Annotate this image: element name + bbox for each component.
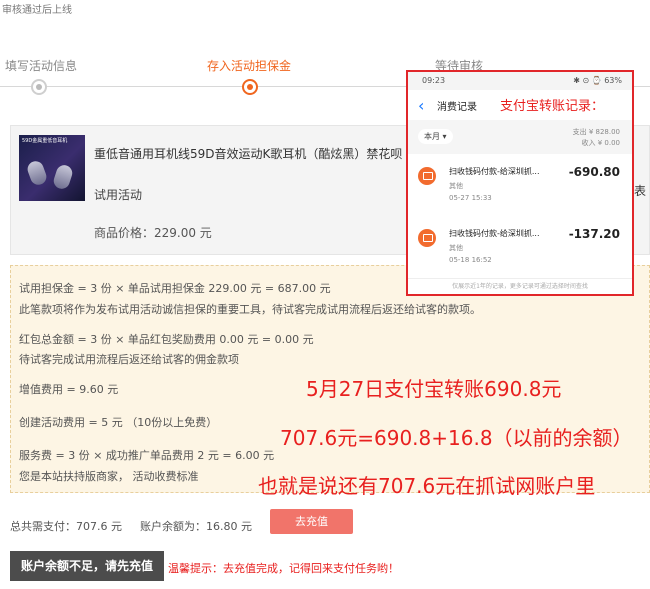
recharge-button[interactable]: 去充值 [270,509,353,534]
deposit-note: 此笔款项将作为发布试用活动诚信担保的重要工具，待试客完成试用流程后返还给试客的款… [19,303,481,316]
truncated-label: 表 [634,184,647,198]
redpacket-note: 待试客完成试用流程后返还给试客的佣金款项 [19,353,239,366]
top-note: 审核通过后上线 [2,5,72,16]
phone-nav-bar: ‹ 消费记录 支付宝转账记录： [408,90,632,120]
income-total: 收入 ¥ 0.00 [581,139,621,147]
annotation-line-2: 707.6元=690.8+16.8（以前的余额） [280,426,633,450]
earbud-shape [51,163,75,191]
transaction-amount: -137.20 [568,227,620,241]
product-type: 试用活动 [94,188,143,202]
merchant-note: 您是本站扶持版商家， 活动收费标准 [19,470,199,483]
annotation-line-3: 也就是说还有707.6元在抓试网账户里 [258,474,596,498]
thumbnail-caption: 59D金属重低音耳机 [22,138,68,144]
transaction-row[interactable]: 扫收钱码付款-给深圳抓... 其他 05-18 16:52 -137.20 [408,216,632,279]
transaction-amount: -690.80 [568,165,620,179]
product-title[interactable]: 重低音通用耳机线59D音效运动K歌耳机（酷炫黑）禁花呗 [94,145,402,162]
transaction-name: 扫收钱码付款-给深圳抓... [449,229,540,238]
month-label: 本月 [424,132,440,141]
annotation-line-1: 5月27日支付宝转账690.8元 [306,377,562,401]
status-icons: ✱ ⊙ ⌚ 63% [573,76,622,85]
expense-total: 支出 ¥ 828.00 [572,128,620,136]
transaction-category: 其他 [449,244,463,252]
reminder-tip: 温馨提示：去充值完成，记得回来支付任务哟！ [168,562,399,575]
account-balance: 账户余额为：16.80 元 [140,520,252,533]
transaction-date: 05-27 15:33 [449,194,492,202]
create-fee: 创建活动费用 = 5 元 （10份以上免费） [19,416,218,429]
insufficient-balance-button[interactable]: 账户余额不足，请先充值 [10,551,164,581]
records-footer: 仅展示近1年的记录，更多记录可通过选择时间查找 [452,283,588,290]
alipay-annotation: 支付宝转账记录： [500,99,605,114]
total-payment: 总共需支付：707.6 元 [10,520,122,533]
earbud-shape [25,158,49,188]
payment-icon [418,167,436,185]
chevron-down-icon: ▾ [442,132,447,141]
alipay-screenshot: 09:23 ✱ ⊙ ⌚ 63% ‹ 消费记录 支付宝转账记录： 本月 ▾ 支出 … [406,70,634,296]
month-dropdown[interactable]: 本月 ▾ [418,129,453,144]
value-added-fee: 增值费用 = 9.60 元 [19,383,119,396]
service-fee: 服务费 = 3 份 × 成功推广单品费用 2 元 = 6.00 元 [19,449,275,462]
transaction-date: 05-18 16:52 [449,256,492,264]
status-time: 09:23 [422,76,446,85]
redpacket-line: 红包总金额 = 3 份 × 单品红包奖励费用 0.00 元 = 0.00 元 [19,333,314,346]
deposit-line: 试用担保金 = 3 份 × 单品试用担保金 229.00 元 = 687.00 … [19,282,331,295]
phone-filter-bar: 本月 ▾ 支出 ¥ 828.00 收入 ¥ 0.00 [408,120,632,154]
back-arrow-icon[interactable]: ‹ [418,96,424,115]
payment-icon [418,229,436,247]
nav-title: 消费记录 [437,102,477,113]
transaction-row[interactable]: 扫收钱码付款-给深圳抓... 其他 05-27 15:33 -690.80 [408,154,632,217]
product-price: 商品价格：229.00 元 [94,226,212,240]
step-deposit: 存入活动担保金 [207,59,292,73]
step-dot-2 [242,79,258,95]
transaction-category: 其他 [449,182,463,190]
step-fill-info: 填写活动信息 [5,59,78,73]
step-dot-1 [31,79,47,95]
phone-status-bar: 09:23 ✱ ⊙ ⌚ 63% [408,72,632,90]
transaction-name: 扫收钱码付款-给深圳抓... [449,167,540,176]
product-thumbnail: 59D金属重低音耳机 [19,135,85,201]
